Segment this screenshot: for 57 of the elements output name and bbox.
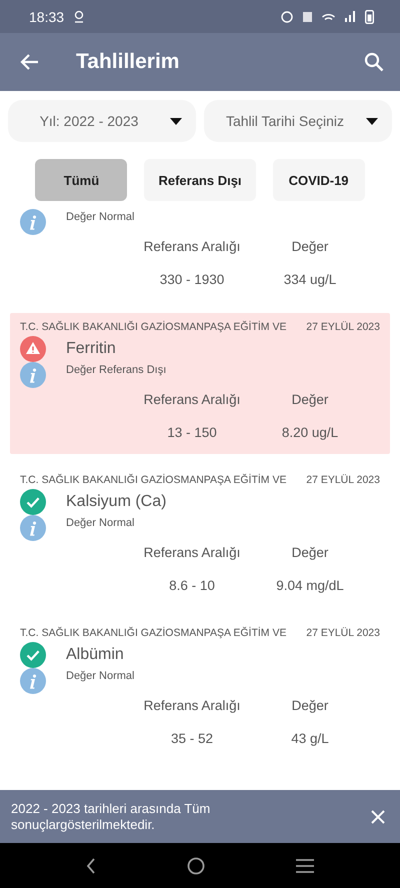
column-label: Değer: [290, 545, 330, 560]
hospital-name: T.C. SAĞLIK BAKANLIĞI GAZİOSMANPAŞA EĞİTİM VE: [20, 321, 286, 333]
column-label: Değer: [290, 698, 330, 713]
info-icon: [20, 668, 46, 694]
recents-button[interactable]: [296, 858, 314, 872]
filter-chip[interactable]: Referans Dışı: [144, 159, 256, 201]
snackbar-message: 2022 - 2023 tarihleri arasında Tüm sonuçlargösterilmektedir.: [11, 800, 212, 832]
reference-range: 13 - 150: [166, 425, 218, 440]
battery-icon: [365, 10, 374, 24]
hospital-name: T.C. SAĞLIK BAKANLIĞI GAZİOSMANPAŞA EĞİTİM VE: [20, 474, 286, 486]
dropdown[interactable]: Tahlil Tarihi Seçiniz: [204, 100, 392, 142]
location-icon: [74, 10, 84, 23]
info-icon: [20, 515, 46, 541]
column-label: Referans Aralığı: [142, 545, 242, 560]
app-title: Tahlillerim: [76, 50, 180, 74]
result-note: Değer Normal: [66, 211, 134, 223]
caret-icon: [170, 118, 182, 124]
result-value: 334 ug/L: [282, 272, 338, 287]
check-icon: [20, 642, 46, 668]
result-date: 27 EYLÜL 2023: [306, 321, 380, 333]
result-date: 27 EYLÜL 2023: [306, 627, 380, 639]
close-button[interactable]: [370, 808, 386, 824]
reference-range: 330 - 1930: [158, 272, 226, 287]
home-button[interactable]: [186, 856, 205, 874]
column-label: Referans Aralığı: [142, 392, 242, 407]
result-value: 9.04 mg/dL: [275, 578, 345, 593]
reference-range: 35 - 52: [170, 731, 214, 746]
dropdown[interactable]: Yıl: 2022 - 2023: [8, 100, 196, 142]
back-button[interactable]: [20, 52, 40, 72]
column-label: Referans Aralığı: [142, 698, 242, 713]
result-note: Değer Normal: [66, 670, 134, 682]
filter-chip[interactable]: Tümü: [35, 159, 128, 201]
filter-chip[interactable]: COVID-19: [272, 159, 365, 201]
search-button[interactable]: [364, 52, 384, 72]
warning-icon: [20, 336, 46, 362]
info-icon: [20, 362, 46, 388]
result-note: Değer Normal: [66, 517, 134, 529]
test-name: Kalsiyum (Ca): [66, 493, 166, 511]
info-icon: [20, 209, 46, 235]
hospital-name: T.C. SAĞLIK BAKANLIĞI GAZİOSMANPAŞA EĞİTİM VE: [20, 627, 286, 639]
wifi-icon: [322, 13, 335, 20]
signal-icon: [345, 11, 355, 22]
alarm-icon: [281, 10, 293, 22]
column-label: Değer: [290, 392, 330, 407]
caret-icon: [366, 118, 378, 124]
reference-range: 8.6 - 10: [168, 578, 216, 593]
check-icon: [20, 489, 46, 515]
result-note: Değer Referans Dışı: [66, 364, 166, 376]
status-time: 18:33: [29, 8, 64, 24]
result-value: 43 g/L: [290, 731, 330, 746]
column-label: Referans Aralığı: [142, 239, 242, 254]
result-date: 27 EYLÜL 2023: [306, 474, 380, 486]
test-name: Ferritin: [66, 340, 116, 358]
test-name: Albümin: [66, 646, 124, 664]
column-label: Değer: [290, 239, 330, 254]
nav-back-button[interactable]: [86, 858, 96, 874]
result-value: 8.20 ug/L: [280, 425, 340, 440]
